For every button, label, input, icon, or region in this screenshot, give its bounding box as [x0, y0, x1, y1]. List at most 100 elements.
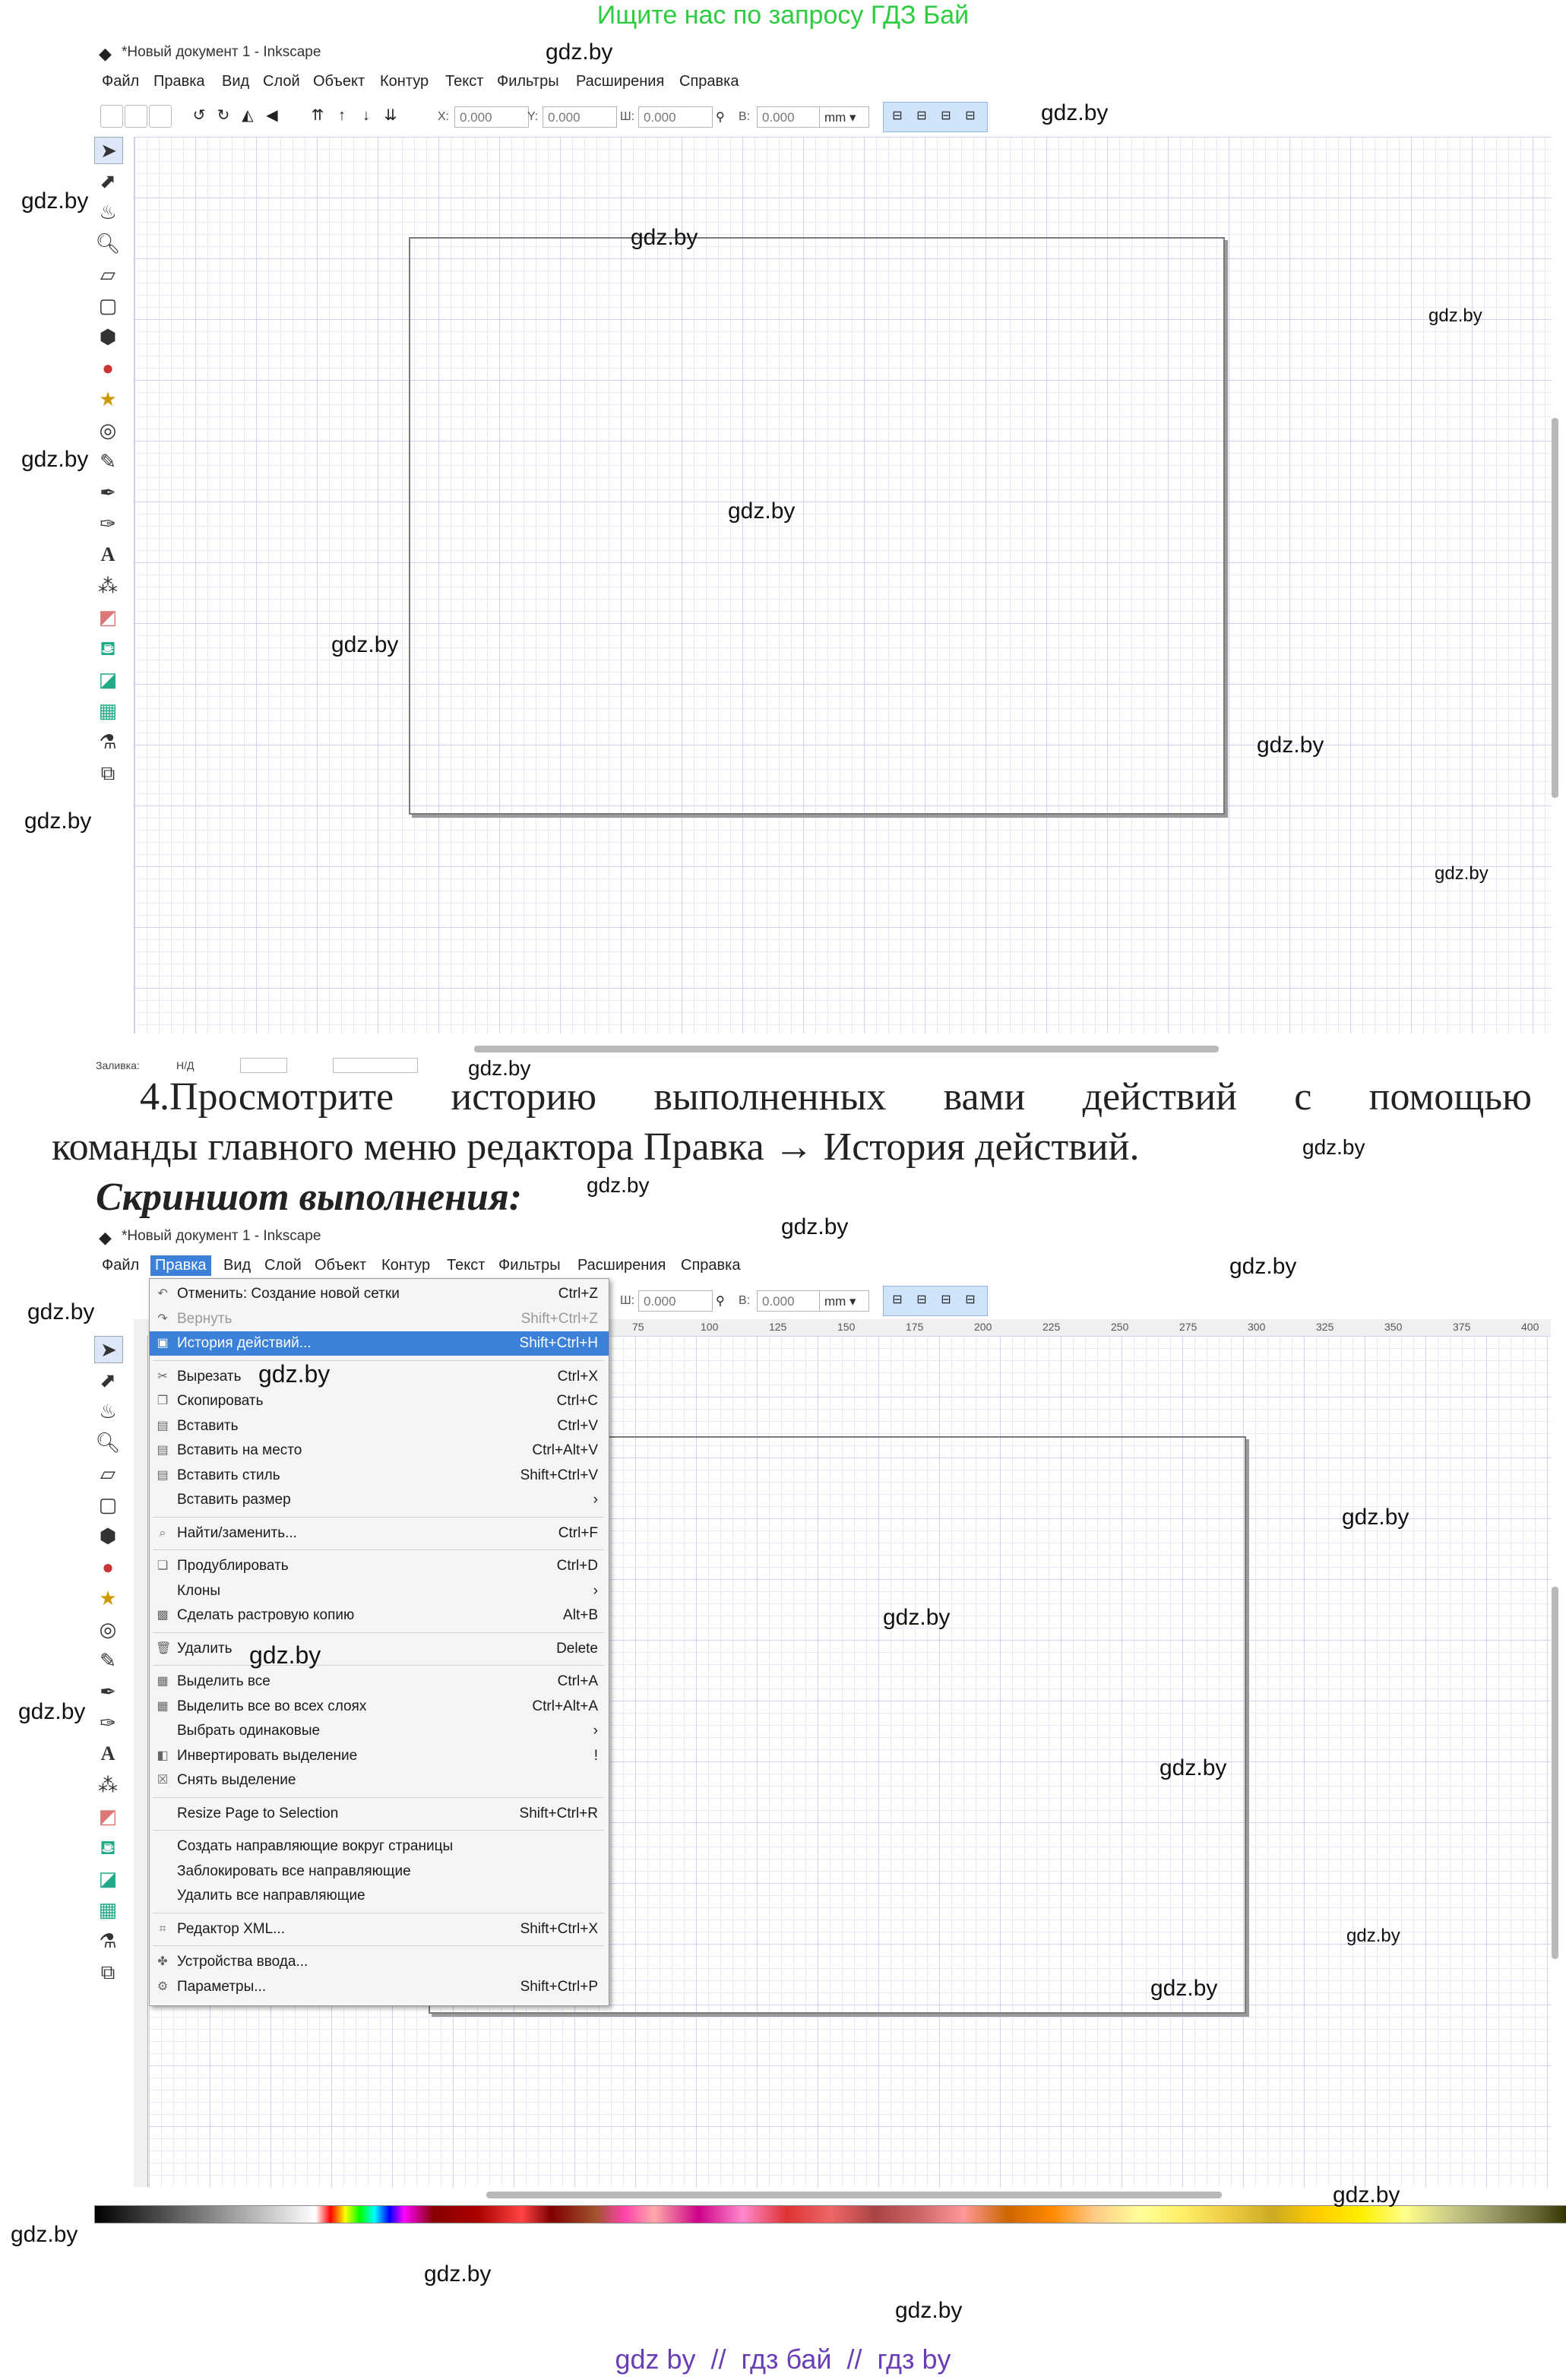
- edit-menu-item[interactable]: Клоны ›: [150, 1579, 609, 1603]
- vertical-ruler[interactable]: [134, 1336, 148, 2187]
- ellipse-tool-icon[interactable]: ●: [94, 355, 122, 381]
- deselect-icon[interactable]: [149, 105, 172, 128]
- text-tool-icon[interactable]: A: [94, 1741, 122, 1767]
- edit-menu-item[interactable]: Удалить все направляющие: [150, 1884, 609, 1908]
- selector-tool-icon[interactable]: ➤: [94, 137, 123, 164]
- menu-object[interactable]: Объект: [315, 1257, 366, 1274]
- edit-menu-item[interactable]: ▩ Сделать растровую копию Alt+B: [150, 1603, 609, 1628]
- select-in-all-layers-icon[interactable]: [125, 105, 147, 128]
- rectangle-tool-icon[interactable]: ▢: [94, 1492, 122, 1518]
- zoom-tool-icon[interactable]: 🔍︎: [94, 230, 122, 256]
- lower-icon[interactable]: ↓: [356, 105, 377, 126]
- edit-menu-item[interactable]: Создать направляющие вокруг страницы: [150, 1834, 609, 1859]
- edit-menu-item[interactable]: ▦ Выделить все во всех слоях Ctrl+Alt+A: [150, 1695, 609, 1719]
- menu-object[interactable]: Объект: [313, 73, 365, 90]
- move-patterns-icon[interactable]: ⊟: [960, 106, 981, 127]
- scale-stroke-icon[interactable]: ⊟: [887, 1290, 908, 1311]
- 3d-box-tool-icon[interactable]: ⬢: [94, 1523, 122, 1549]
- edit-menu-item[interactable]: ☒ Снять выделение: [150, 1768, 609, 1793]
- flip-horizontal-icon[interactable]: ◭: [237, 105, 258, 126]
- eraser-tool-icon[interactable]: ◩: [94, 604, 122, 630]
- spiral-tool-icon[interactable]: ◎: [94, 417, 122, 443]
- pencil-tool-icon[interactable]: ✎: [94, 1647, 122, 1673]
- unit-select[interactable]: mm ▾: [819, 1290, 869, 1312]
- edit-menu-item[interactable]: ▤ Вставить стиль Shift+Ctrl+V: [150, 1464, 609, 1488]
- menu-help[interactable]: Справка: [681, 1257, 740, 1274]
- menu-help[interactable]: Справка: [679, 73, 739, 90]
- edit-menu-item[interactable]: ▤ Вставить Ctrl+V: [150, 1414, 609, 1438]
- edit-menu-item[interactable]: ✤ Устройства ввода...: [150, 1950, 609, 1974]
- width-field[interactable]: 0.000: [638, 1290, 713, 1312]
- edit-menu-item[interactable]: Resize Page to Selection Shift+Ctrl+R: [150, 1802, 609, 1826]
- pen-tool-icon[interactable]: ✒: [94, 479, 122, 505]
- rotate-ccw-icon[interactable]: ↺: [188, 105, 210, 126]
- menu-layer[interactable]: Слой: [264, 1257, 302, 1274]
- edit-menu-item[interactable]: ❏ Продублировать Ctrl+D: [150, 1554, 609, 1578]
- zoom-tool-icon[interactable]: 🔍︎: [94, 1429, 122, 1455]
- gradient-tool-icon[interactable]: ◪: [94, 666, 122, 692]
- eraser-tool-icon[interactable]: ◩: [94, 1803, 122, 1829]
- menu-layer[interactable]: Слой: [263, 73, 300, 90]
- move-patterns-icon[interactable]: ⊟: [960, 1290, 981, 1311]
- edit-menu-item[interactable]: ↷ Вернуть Shift+Ctrl+Z: [150, 1307, 609, 1331]
- menu-file[interactable]: Файл: [102, 73, 139, 90]
- scale-stroke-icon[interactable]: ⊟: [887, 106, 908, 127]
- menu-text[interactable]: Текст: [447, 1257, 485, 1274]
- gradient-tool-icon[interactable]: ◪: [94, 1866, 122, 1891]
- pen-tool-icon[interactable]: ✒: [94, 1679, 122, 1704]
- menu-extensions[interactable]: Расширения: [576, 73, 664, 90]
- edit-menu-item[interactable]: ✂ Вырезать Ctrl+X: [150, 1365, 609, 1389]
- menu-file[interactable]: Файл: [102, 1257, 139, 1274]
- select-all-icon[interactable]: [100, 105, 123, 128]
- node-tool-icon[interactable]: ⬈: [94, 168, 122, 194]
- connector-tool-icon[interactable]: ⧉: [94, 1959, 122, 1985]
- x-field[interactable]: 0.000: [454, 106, 529, 128]
- menu-filters[interactable]: Фильтры: [498, 1257, 561, 1274]
- spiral-tool-icon[interactable]: ◎: [94, 1616, 122, 1642]
- menu-extensions[interactable]: Расширения: [577, 1257, 666, 1274]
- vertical-scrollbar[interactable]: [1552, 1587, 1558, 1959]
- star-tool-icon[interactable]: ★: [94, 386, 122, 412]
- tweak-tool-icon[interactable]: ♨: [94, 1398, 122, 1424]
- lock-ratio-icon[interactable]: ⚲: [716, 109, 725, 125]
- menu-view[interactable]: Вид: [222, 73, 249, 90]
- pencil-tool-icon[interactable]: ✎: [94, 448, 122, 474]
- raise-to-top-icon[interactable]: ⇈: [307, 105, 328, 126]
- rotate-cw-icon[interactable]: ↻: [213, 105, 234, 126]
- menu-path[interactable]: Контур: [380, 73, 429, 90]
- text-tool-icon[interactable]: A: [94, 542, 122, 568]
- horizontal-scrollbar[interactable]: [474, 1046, 1219, 1052]
- lower-to-bottom-icon[interactable]: ⇊: [380, 105, 401, 126]
- vertical-scrollbar[interactable]: [1552, 418, 1558, 798]
- ellipse-tool-icon[interactable]: ●: [94, 1554, 122, 1580]
- spray-tool-icon[interactable]: ⁂: [94, 1772, 122, 1798]
- edit-menu-item[interactable]: 🗑︎ Удалить Delete: [150, 1637, 609, 1661]
- edit-menu-item[interactable]: ◧ Инвертировать выделение!: [150, 1744, 609, 1768]
- menu-view[interactable]: Вид: [223, 1257, 251, 1274]
- mesh-tool-icon[interactable]: ▦: [94, 1897, 122, 1923]
- edit-menu-item[interactable]: ▦ Выделить все Ctrl+A: [150, 1669, 609, 1694]
- unit-select[interactable]: mm ▾: [819, 106, 869, 128]
- measure-tool-icon[interactable]: ▱: [94, 261, 122, 287]
- selector-tool-icon[interactable]: ➤: [94, 1336, 123, 1363]
- y-field[interactable]: 0.000: [543, 106, 617, 128]
- scale-corners-icon[interactable]: ⊟: [911, 1290, 932, 1311]
- paint-bucket-tool-icon[interactable]: ⛾: [94, 635, 122, 661]
- edit-menu-item[interactable]: Заблокировать все направляющие: [150, 1859, 609, 1884]
- move-gradients-icon[interactable]: ⊟: [935, 106, 957, 127]
- edit-menu-item[interactable]: ▣ История действий... Shift+Ctrl+H: [150, 1331, 609, 1356]
- edit-menu-item[interactable]: ⚙ Параметры... Shift+Ctrl+P: [150, 1975, 609, 1999]
- lock-ratio-icon[interactable]: ⚲: [716, 1293, 725, 1309]
- edit-menu-item[interactable]: ⌗ Редактор XML... Shift+Ctrl+X: [150, 1917, 609, 1942]
- mesh-tool-icon[interactable]: ▦: [94, 698, 122, 723]
- dropper-tool-icon[interactable]: ⚗: [94, 1928, 122, 1954]
- measure-tool-icon[interactable]: ▱: [94, 1461, 122, 1486]
- scale-corners-icon[interactable]: ⊟: [911, 106, 932, 127]
- rectangle-tool-icon[interactable]: ▢: [94, 293, 122, 318]
- calligraphy-tool-icon[interactable]: ✑: [94, 1710, 122, 1736]
- 3d-box-tool-icon[interactable]: ⬢: [94, 324, 122, 350]
- spray-tool-icon[interactable]: ⁂: [94, 573, 122, 599]
- edit-menu-item[interactable]: ↶ Отменить: Создание новой сетки Ctrl+Z: [150, 1282, 609, 1306]
- menu-edit[interactable]: Правка: [153, 73, 205, 90]
- node-tool-icon[interactable]: ⬈: [94, 1367, 122, 1393]
